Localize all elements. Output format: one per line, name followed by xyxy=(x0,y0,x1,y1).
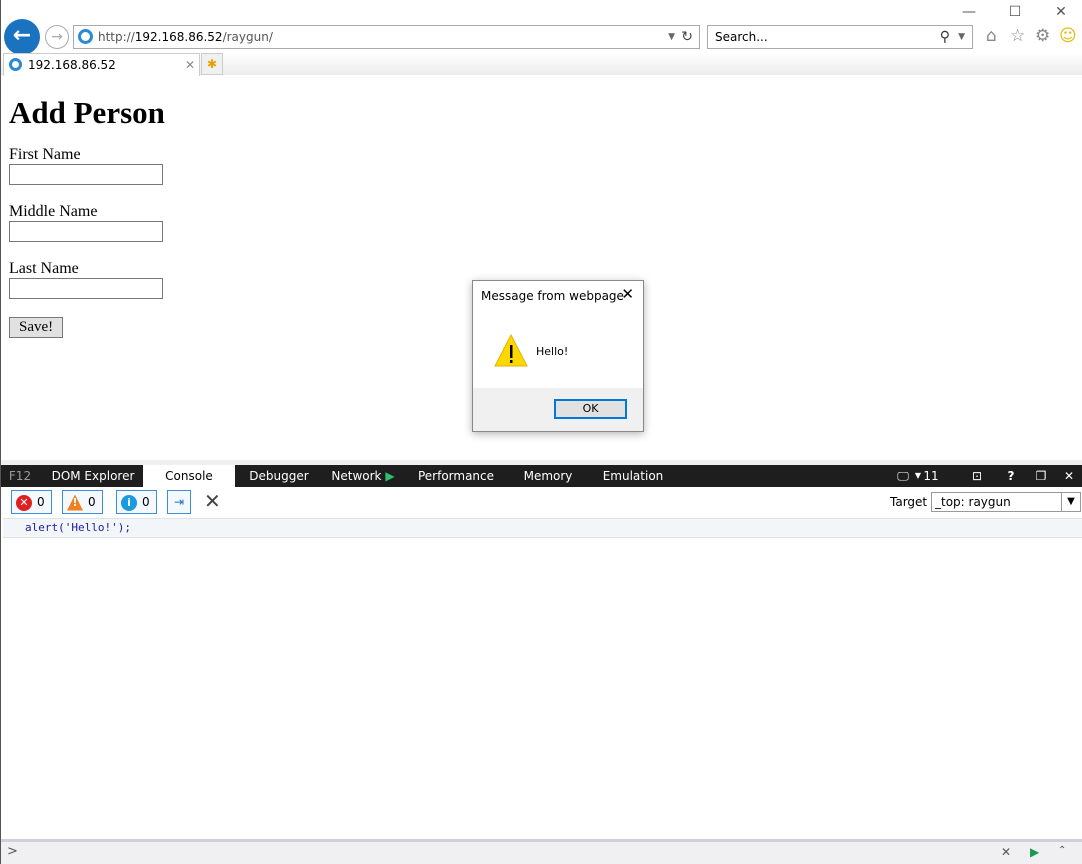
dialog-message: Hello! xyxy=(536,345,569,358)
warnings-filter[interactable]: ! 0 xyxy=(62,490,103,514)
new-tab-button[interactable]: ✱ xyxy=(201,53,223,75)
target-value: _top: raygun xyxy=(935,495,1011,509)
new-tab-icon: ✱ xyxy=(206,57,218,71)
clear-console-icon[interactable]: ✕ xyxy=(204,489,221,513)
minimize-button[interactable]: — xyxy=(959,4,979,20)
first-name-label: First Name xyxy=(9,146,81,163)
network-label: Network xyxy=(331,469,382,483)
expand-icon[interactable]: ⌃ xyxy=(1058,845,1066,856)
save-button[interactable]: Save! xyxy=(9,317,64,338)
maximize-button[interactable]: ☐ xyxy=(1005,4,1025,20)
tab-dom-explorer[interactable]: DOM Explorer xyxy=(43,465,143,487)
info-icon: i xyxy=(121,494,137,511)
prompt-chevron: > xyxy=(7,844,18,859)
middle-name-label: Middle Name xyxy=(9,203,98,220)
search-icon[interactable]: ⚲ xyxy=(940,26,950,48)
back-button[interactable]: ← xyxy=(4,19,40,55)
document-mode[interactable]: 11 xyxy=(923,465,939,487)
warning-icon xyxy=(494,334,528,367)
arrow-left-icon: ← xyxy=(12,23,32,48)
close-tab-icon[interactable]: ✕ xyxy=(185,54,195,76)
last-name-label: Last Name xyxy=(9,260,79,277)
tab-network[interactable]: Network ▶ xyxy=(323,465,403,487)
info-filter[interactable]: i0 xyxy=(116,490,157,514)
dialog-close-button[interactable]: ✕ xyxy=(621,285,634,303)
chevron-down-icon[interactable]: ▼ xyxy=(958,26,965,48)
console-input-bar[interactable]: > ✕ ▶ ⌃ xyxy=(1,839,1082,864)
errors-filter[interactable]: ✕ 0 xyxy=(11,490,52,514)
target-select[interactable]: _top: raygun ▼ xyxy=(931,492,1081,512)
clear-input-icon[interactable]: ✕ xyxy=(1001,845,1011,859)
tab-debugger[interactable]: Debugger xyxy=(241,465,317,487)
smiley-feedback-icon[interactable]: ☺ xyxy=(1059,26,1077,46)
run-icon[interactable]: ▶ xyxy=(1030,845,1039,859)
page-content: Add Person First Name Middle Name Last N… xyxy=(9,95,165,338)
first-name-field[interactable] xyxy=(9,164,163,185)
last-name-field[interactable] xyxy=(9,278,163,299)
target-label: Target xyxy=(890,495,928,509)
ie-logo-icon xyxy=(9,58,22,71)
chevron-down-icon[interactable]: ▼ xyxy=(1061,493,1080,511)
dropdown-icon[interactable]: ▼ xyxy=(668,26,675,48)
tab-emulation[interactable]: Emulation xyxy=(595,465,671,487)
clear-on-navigate-icon: ⇥ xyxy=(173,495,185,509)
device-icon[interactable]: 🖵 xyxy=(891,465,915,487)
middle-name-field[interactable] xyxy=(9,221,163,242)
console-line: alert('Hello!'); xyxy=(3,518,1082,538)
help-icon[interactable]: ? xyxy=(1003,465,1019,487)
favorites-star-icon[interactable]: ☆ xyxy=(1010,26,1025,46)
ie-logo-icon xyxy=(78,29,93,44)
url-host: 192.168.86.52 xyxy=(134,30,223,44)
forward-button[interactable]: → xyxy=(45,25,69,49)
info-count: 0 xyxy=(142,495,150,509)
tab-performance[interactable]: Performance xyxy=(411,465,501,487)
close-devtools-icon[interactable]: ✕ xyxy=(1059,465,1079,487)
alert-dialog: Message from webpage ✕ Hello! OK xyxy=(472,280,644,432)
record-play-icon: ▶ xyxy=(385,469,395,483)
browser-tab[interactable]: 192.168.86.52 ✕ xyxy=(3,53,200,76)
url-prefix: http:// xyxy=(98,30,135,44)
dialog-footer: OK xyxy=(473,388,643,431)
home-icon[interactable]: ⌂ xyxy=(986,26,997,46)
dialog-title: Message from webpage xyxy=(481,289,624,303)
tab-memory[interactable]: Memory xyxy=(513,465,583,487)
search-input[interactable]: Search... ⚲ ▼ xyxy=(707,25,973,49)
warning-icon: ! xyxy=(67,494,83,511)
devtools-tabbar: F12 DOM Explorer Console Debugger Networ… xyxy=(1,465,1082,487)
error-count: 0 xyxy=(37,495,45,509)
gear-icon[interactable]: ⚙ xyxy=(1035,26,1050,46)
warning-count: 0 xyxy=(88,495,96,509)
f12-label: F12 xyxy=(8,469,32,483)
error-icon: ✕ xyxy=(16,494,32,511)
arrow-right-icon: → xyxy=(51,29,63,45)
close-window-button[interactable]: ✕ xyxy=(1051,4,1071,20)
address-bar[interactable]: http://192.168.86.52/raygun/ ▼ ↻ xyxy=(73,25,700,49)
url-path: /raygun/ xyxy=(222,30,273,44)
search-placeholder: Search... xyxy=(715,30,768,44)
page-title: Add Person xyxy=(9,95,165,130)
clear-on-navigate-button[interactable]: ⇥ xyxy=(167,490,191,514)
ok-button[interactable]: OK xyxy=(554,399,627,419)
tab-title: 192.168.86.52 xyxy=(28,58,116,72)
console-panel-icon[interactable]: ⊡ xyxy=(967,465,987,487)
undock-icon[interactable]: ❐ xyxy=(1031,465,1051,487)
tab-console[interactable]: Console xyxy=(143,465,235,487)
refresh-icon[interactable]: ↻ xyxy=(681,26,693,48)
chevron-down-icon[interactable]: ▼ xyxy=(913,465,923,487)
